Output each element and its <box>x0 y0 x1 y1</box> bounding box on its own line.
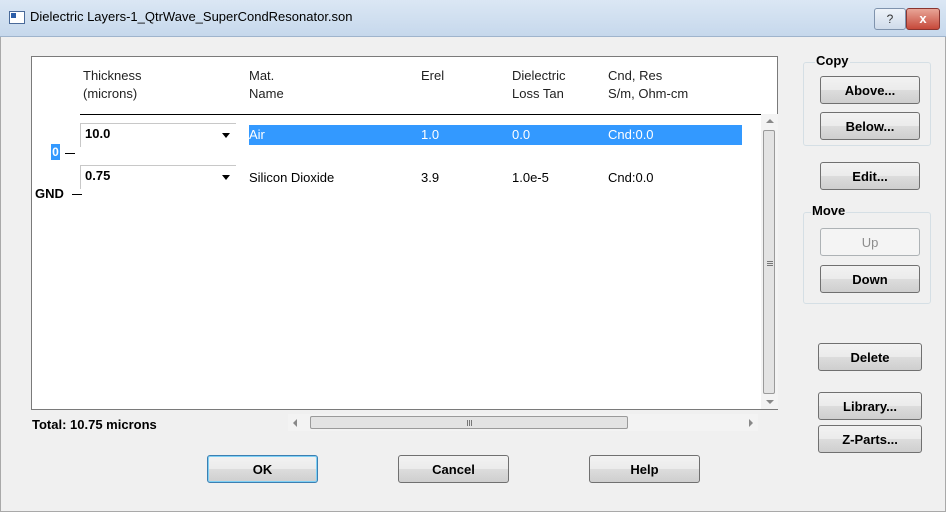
scrollbar-thumb[interactable] <box>763 130 775 394</box>
thickness-combo-layer-1[interactable]: 10.0 <box>80 123 236 147</box>
layer-name: Air <box>249 127 265 142</box>
copy-below-button[interactable]: Below... <box>820 112 920 140</box>
scroll-left-icon[interactable] <box>293 419 297 427</box>
thickness-combo-layer-2[interactable]: 0.75 <box>80 165 236 189</box>
layer-loss-tan: 1.0e-5 <box>512 170 549 185</box>
copy-above-button[interactable]: Above... <box>820 76 920 104</box>
header-thickness: Thickness (microns) <box>83 68 142 101</box>
scroll-down-icon[interactable] <box>766 400 774 404</box>
table-row[interactable]: Air 1.0 0.0 Cnd:0.0 <box>249 125 742 145</box>
header-loss-tan: Dielectric Loss Tan <box>512 68 566 101</box>
header-cnd-res: Cnd, Res S/m, Ohm-cm <box>608 68 689 101</box>
scroll-up-icon[interactable] <box>766 119 774 123</box>
header-mat-name: Mat. Name <box>249 68 284 101</box>
copy-group-label: Copy <box>815 53 850 68</box>
window-icon <box>9 11 25 24</box>
ground-label: GND <box>35 186 64 201</box>
interface-marker <box>65 153 75 154</box>
interface-index-label[interactable]: 0 <box>51 144 60 160</box>
vertical-scrollbar[interactable] <box>761 114 778 409</box>
move-group-label: Move <box>811 203 847 218</box>
cancel-button[interactable]: Cancel <box>398 455 509 483</box>
chevron-down-icon[interactable] <box>222 133 230 138</box>
ground-marker <box>72 194 82 195</box>
layer-erel: 3.9 <box>421 170 440 185</box>
z-parts-button[interactable]: Z-Parts... <box>818 425 922 453</box>
layer-erel: 1.0 <box>421 127 440 142</box>
chevron-down-icon[interactable] <box>222 175 230 180</box>
total-thickness: Total: 10.75 microns <box>32 417 157 432</box>
header-erel: Erel <box>421 68 445 83</box>
layer-loss-tan: 0.0 <box>512 127 531 142</box>
header-divider <box>80 114 775 115</box>
layer-cnd: Cnd:0.0 <box>608 170 654 185</box>
help-button[interactable]: Help <box>589 455 700 483</box>
move-up-button[interactable]: Up <box>820 228 920 256</box>
library-button[interactable]: Library... <box>818 392 922 420</box>
move-down-button[interactable]: Down <box>820 265 920 293</box>
scroll-right-icon[interactable] <box>749 419 753 427</box>
horizontal-scrollbar[interactable] <box>288 414 758 431</box>
ok-button[interactable]: OK <box>207 455 318 483</box>
window-title: Dielectric Layers-1_QtrWave_SuperCondRes… <box>30 9 353 24</box>
layer-cnd: Cnd:0.0 <box>608 127 654 142</box>
scrollbar-thumb[interactable] <box>310 416 628 429</box>
layer-name: Silicon Dioxide <box>249 170 335 185</box>
close-icon[interactable]: x <box>906 8 940 30</box>
help-icon[interactable]: ? <box>874 8 906 30</box>
edit-button[interactable]: Edit... <box>820 162 920 190</box>
delete-button[interactable]: Delete <box>818 343 922 371</box>
title-bar: Dielectric Layers-1_QtrWave_SuperCondRes… <box>0 0 946 37</box>
layer-list[interactable]: Thickness (microns) Mat. Name Erel Dielect… <box>31 56 778 410</box>
